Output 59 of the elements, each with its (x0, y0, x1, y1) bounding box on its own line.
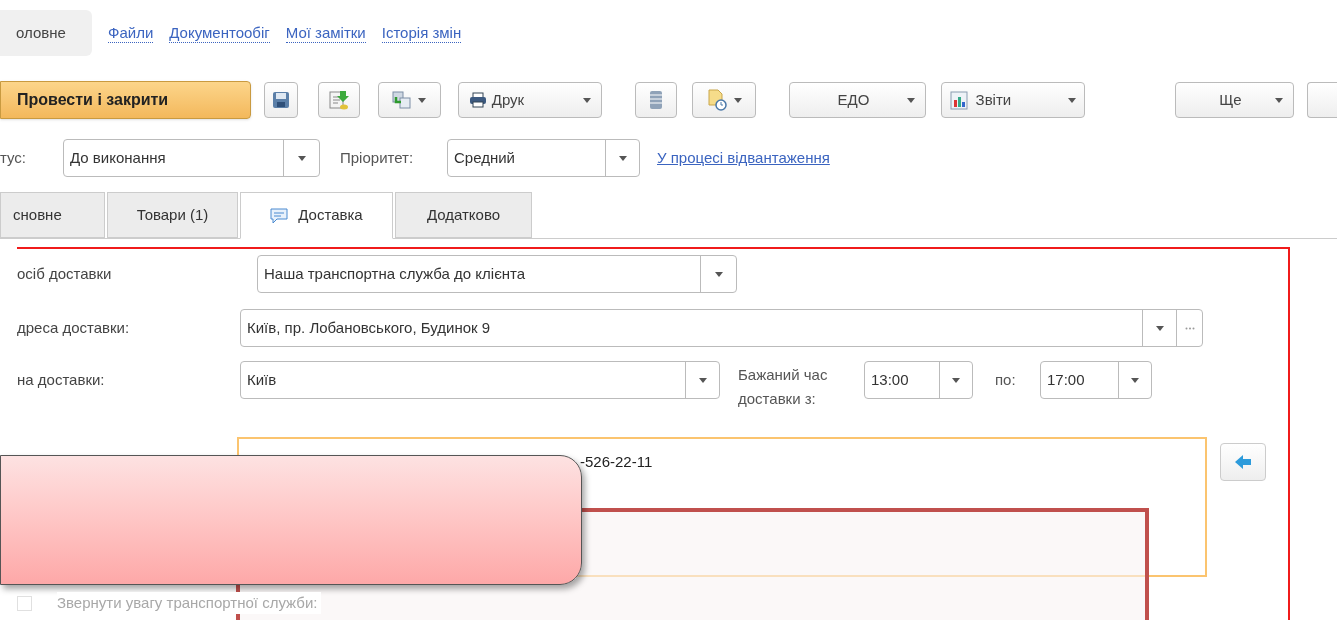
delivery-time-label: Бажаний час доставки з: (738, 365, 829, 409)
caret-icon (952, 377, 960, 383)
save-icon (271, 91, 290, 109)
caret-icon (1067, 97, 1076, 103)
delivery-method-dropdown[interactable]: Наша транспортна служба до клієнта (257, 255, 737, 293)
caret-icon (418, 97, 427, 103)
arrow-left-icon (1234, 454, 1252, 470)
section-link[interactable]: Файли (108, 23, 154, 43)
reports-button[interactable]: Звіти (940, 82, 1085, 118)
caret-icon (906, 97, 915, 103)
delivery-address-field[interactable]: Київ, пр. Лобановського, Будинок 9 (240, 309, 1203, 347)
form-tab[interactable]: Додатково (395, 192, 532, 238)
documents-arrow-icon (392, 91, 413, 109)
checkbox[interactable] (17, 595, 32, 611)
caret-icon (1275, 97, 1284, 103)
delivery-method-label: осіб доставки (17, 263, 113, 284)
list-icon (648, 90, 663, 110)
caret-icon (1131, 377, 1139, 383)
caret-icon (698, 377, 707, 383)
priority-dropdown[interactable]: Средний (447, 139, 640, 177)
status-dropdown[interactable]: До виконання (63, 139, 320, 177)
create-based-button[interactable] (378, 82, 441, 118)
more-button[interactable]: Ще (1174, 82, 1295, 118)
list-button[interactable] (634, 82, 677, 118)
form-tab[interactable]: Товари (1) (107, 192, 238, 238)
status-label: тус: (0, 147, 28, 168)
shipment-status-link[interactable]: У процесі відвантаження (657, 146, 830, 170)
speech-bubble-icon (270, 207, 289, 224)
delivery-zone-dropdown[interactable]: Київ (240, 361, 720, 399)
print-button[interactable]: Друк (457, 82, 602, 118)
section-tab[interactable]: оловне (0, 10, 92, 56)
caret-icon (1155, 325, 1164, 331)
time-to-label: по: (995, 369, 1017, 390)
printer-icon (468, 92, 487, 108)
delivery-zone-label: на доставки: (17, 369, 106, 390)
form-tab[interactable]: сновне (0, 192, 105, 238)
save-button[interactable] (263, 82, 299, 118)
section-link[interactable]: Мої замітки (285, 23, 366, 43)
document-clock-button[interactable] (691, 82, 757, 118)
document-arrow-icon (328, 89, 351, 111)
section-link[interactable]: Історія змін (381, 23, 462, 43)
post-and-close-button[interactable]: Провести і закрити (0, 81, 251, 119)
delivery-address-label: дреса доставки: (17, 317, 131, 338)
time-to-dropdown[interactable]: 17:00 (1040, 361, 1152, 399)
caret-icon (618, 155, 627, 161)
section-link[interactable]: Документообіг (169, 23, 270, 43)
back-arrow-button[interactable] (1220, 443, 1266, 481)
document-clock-icon (706, 89, 727, 111)
caret-icon (297, 155, 306, 161)
edo-button[interactable]: ЕДО (789, 82, 926, 118)
post-button[interactable] (318, 82, 361, 118)
priority-label: Пріоритет: (340, 147, 415, 168)
form-tab[interactable]: Доставка (240, 192, 393, 239)
caret-icon (582, 97, 591, 103)
caret-icon (733, 97, 742, 103)
caret-icon (714, 271, 723, 277)
help-button[interactable] (1307, 82, 1337, 118)
attention-label: Звернути увагу транспортної служби: (57, 591, 322, 615)
time-from-dropdown[interactable]: 13:00 (864, 361, 973, 399)
